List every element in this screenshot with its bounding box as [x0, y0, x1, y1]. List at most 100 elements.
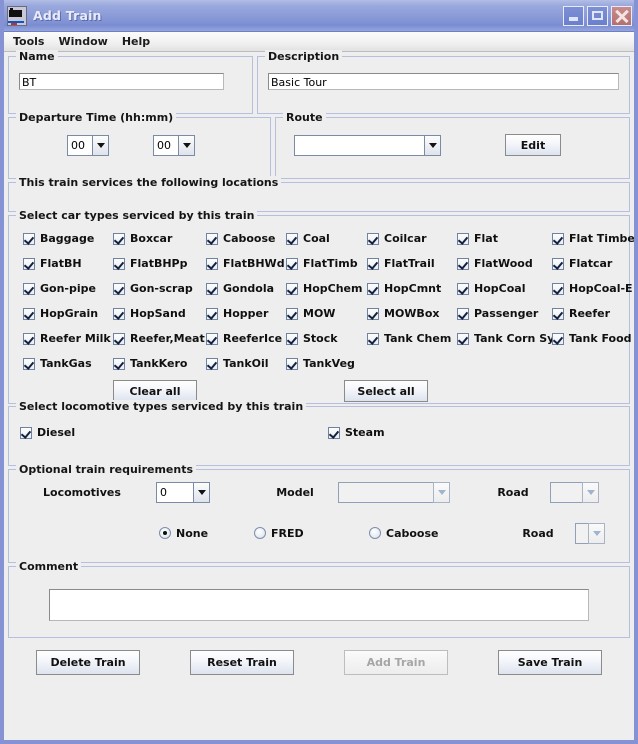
checkbox-icon [552, 233, 564, 245]
cartype-checkbox-gon-scrap[interactable]: Gon-scrap [113, 282, 193, 295]
cartype-checkbox-hopcoal-e[interactable]: HopCoal-E [552, 282, 633, 295]
cartype-checkbox-hopcoal[interactable]: HopCoal [457, 282, 525, 295]
close-button[interactable] [611, 6, 632, 26]
road-combo-1[interactable] [550, 482, 599, 503]
model-combo[interactable] [338, 482, 450, 503]
cartype-checkbox-baggage[interactable]: Baggage [23, 232, 94, 245]
road-combo-2-arrow[interactable] [588, 523, 605, 544]
departure-hours-arrow[interactable] [92, 135, 109, 156]
cartype-checkbox-caboose[interactable]: Caboose [206, 232, 276, 245]
chevron-down-icon [438, 490, 446, 495]
cartype-checkbox-flatcar[interactable]: Flatcar [552, 257, 612, 270]
minimize-button[interactable] [563, 6, 584, 26]
cartype-label: Tank Food [569, 332, 632, 345]
cartypes-row: Reefer MilkReefer,MeatReeferIce Stock Tank… [9, 326, 629, 351]
name-group: Name BT [8, 56, 253, 114]
menu-tools[interactable]: Tools [6, 33, 51, 50]
cartype-checkbox-flatbh[interactable]: FlatBH [23, 257, 82, 270]
cartype-label: FlatTrail [384, 257, 435, 270]
cartype-checkbox-flattrail[interactable]: FlatTrail [367, 257, 435, 270]
caboose-option-none[interactable]: None [159, 527, 254, 540]
menu-help[interactable]: Help [115, 33, 157, 50]
comment-input[interactable] [49, 589, 589, 621]
cartype-checkbox-coal[interactable]: Coal [286, 232, 330, 245]
departure-hours-value: 00 [67, 135, 92, 156]
delete-train-button[interactable]: Delete Train [36, 650, 140, 675]
reset-train-button[interactable]: Reset Train [190, 650, 294, 675]
route-combo[interactable] [294, 135, 441, 156]
locomotives-combo[interactable]: 0 [156, 482, 210, 503]
locotype-diesel-checkbox[interactable]: Diesel [20, 426, 328, 439]
description-input[interactable]: Basic Tour [268, 73, 619, 90]
chevron-down-icon [429, 143, 437, 148]
cartype-checkbox-hopper[interactable]: Hopper [206, 307, 268, 320]
cartype-checkbox-tank-food[interactable]: Tank Food [552, 332, 632, 345]
locotype-steam-checkbox[interactable]: Steam [328, 426, 385, 439]
departure-hours-combo[interactable]: 00 [67, 135, 109, 156]
cartype-checkbox-flat-timber[interactable]: Flat Timber [552, 232, 638, 245]
checkbox-icon [552, 283, 564, 295]
road-label-1: Road [476, 486, 550, 499]
maximize-button[interactable] [587, 6, 608, 26]
cartype-checkbox-flatwood[interactable]: FlatWood [457, 257, 533, 270]
minimize-icon [569, 17, 578, 21]
cartype-checkbox-tankoil[interactable]: TankOil [206, 357, 269, 370]
checkbox-icon [367, 283, 379, 295]
cartype-label: HopGrain [40, 307, 98, 320]
cartype-checkbox-boxcar[interactable]: Boxcar [113, 232, 172, 245]
cartype-checkbox-coilcar[interactable]: Coilcar [367, 232, 427, 245]
select-all-button[interactable]: Select all [344, 380, 428, 402]
cartype-checkbox-tankkero[interactable]: TankKero [113, 357, 187, 370]
caboose-option-caboose[interactable]: Caboose [369, 527, 501, 540]
cartype-checkbox-hopgrain[interactable]: HopGrain [23, 307, 98, 320]
cartype-checkbox-stock[interactable]: Stock [286, 332, 338, 345]
route-combo-arrow[interactable] [424, 135, 441, 156]
save-train-button[interactable]: Save Train [498, 650, 602, 675]
locotypes-group-legend: Select locomotive types serviced by this… [16, 400, 306, 413]
cartype-checkbox-gondola[interactable]: Gondola [206, 282, 274, 295]
name-input[interactable]: BT [19, 73, 224, 90]
cartype-checkbox-hopsand[interactable]: HopSand [113, 307, 186, 320]
cartype-checkbox-reefer[interactable]: Reefer [552, 307, 610, 320]
cartype-checkbox-reefer-meat[interactable]: Reefer,Meat [113, 332, 205, 345]
caboose-option-caboose-label: Caboose [386, 527, 439, 540]
cartype-checkbox-hopchem[interactable]: HopChem [286, 282, 362, 295]
clear-all-button[interactable]: Clear all [113, 380, 197, 402]
cartype-checkbox-tankgas[interactable]: TankGas [23, 357, 92, 370]
cartype-checkbox-mow[interactable]: MOW [286, 307, 335, 320]
locotypes-group: Select locomotive types serviced by this… [8, 406, 630, 466]
cartype-checkbox-gon-pipe[interactable]: Gon-pipe [23, 282, 96, 295]
cartype-checkbox-reefer-milk[interactable]: Reefer Milk [23, 332, 111, 345]
cartype-checkbox-reeferice[interactable]: ReeferIce [206, 332, 282, 345]
checkbox-icon [367, 333, 379, 345]
road-combo-2[interactable] [575, 523, 605, 544]
cartype-label: HopCoal-E [569, 282, 633, 295]
departure-minutes-combo[interactable]: 00 [153, 135, 195, 156]
road-combo-1-arrow[interactable] [582, 482, 599, 503]
cartype-label: TankKero [130, 357, 187, 370]
menubar: Tools Window Help [0, 32, 638, 52]
cartype-checkbox-flatbhpp[interactable]: FlatBHPp [113, 257, 188, 270]
cartype-checkbox-tankveg[interactable]: TankVeg [286, 357, 355, 370]
checkbox-icon [457, 333, 469, 345]
locations-group: This train services the following locati… [8, 182, 630, 212]
caboose-option-fred[interactable]: FRED [254, 527, 369, 540]
menu-window[interactable]: Window [51, 33, 114, 50]
cartypes-group: Select car types serviced by this train … [8, 215, 630, 404]
checkbox-icon [113, 333, 125, 345]
checkbox-icon [552, 308, 564, 320]
cartype-checkbox-hopcmnt[interactable]: HopCmnt [367, 282, 441, 295]
cartype-checkbox-passenger[interactable]: Passenger [457, 307, 538, 320]
cartype-label: Hopper [223, 307, 268, 320]
cartype-checkbox-flattimb[interactable]: FlatTimb [286, 257, 358, 270]
add-train-button[interactable]: Add Train [344, 650, 448, 675]
cartype-checkbox-tank-chem[interactable]: Tank Chem [367, 332, 451, 345]
cartype-checkbox-flat[interactable]: Flat [457, 232, 498, 245]
cartype-checkbox-flatbhwd[interactable]: FlatBHWd [206, 257, 285, 270]
locomotives-combo-arrow[interactable] [193, 482, 210, 503]
cartype-checkbox-tank-corn-sy[interactable]: Tank Corn Sy [457, 332, 554, 345]
edit-route-button[interactable]: Edit [505, 134, 561, 156]
cartype-checkbox-mowbox[interactable]: MOWBox [367, 307, 439, 320]
departure-minutes-arrow[interactable] [178, 135, 195, 156]
model-combo-arrow[interactable] [433, 482, 450, 503]
